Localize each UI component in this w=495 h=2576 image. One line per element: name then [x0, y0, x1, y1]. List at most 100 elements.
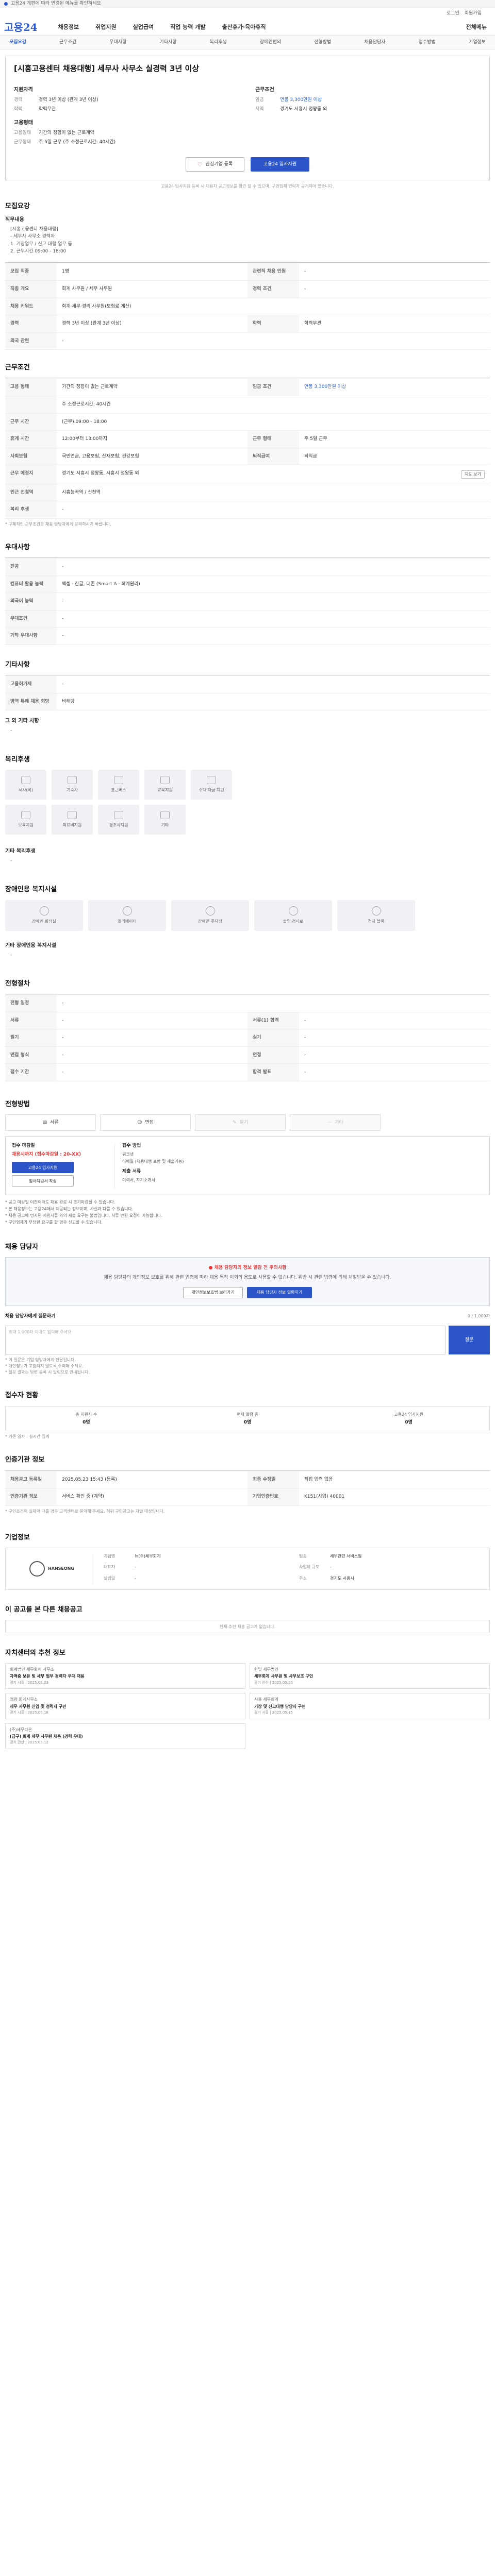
anchor-manager[interactable]: 채용담당자: [364, 39, 385, 46]
section-anchor-bar: 모집요강 근무조건 우대사항 기타사항 복리후생 장애인편의 전형방법 채용담당…: [0, 36, 495, 49]
alert-icon: ●: [208, 1265, 213, 1270]
gnb-item-benefit[interactable]: 실업급여: [133, 23, 154, 31]
company-box: HANSEONG 기업명 뉴(주)세무회계 업종 세무관련 서비스업 대표자 - 사업…: [5, 1547, 490, 1590]
conditions-table: 고용 형태 기간의 정함이 없는 근로계약 임금 조건 연봉 3,300만원 이상 …: [5, 378, 490, 519]
anchor-apply[interactable]: 접수방법: [419, 39, 436, 46]
write-application-button[interactable]: 입사지원서 작성: [12, 1175, 74, 1187]
field-value: 경기도 시흥시 정왕동, 시흥시 정왕동 외 지도 보기: [57, 465, 490, 483]
apply-button[interactable]: 고용24 입사지원: [251, 157, 309, 172]
anchor-company[interactable]: 기업정보: [469, 39, 486, 46]
medical-icon: [68, 811, 77, 820]
summary-emptype-value: 기간의 정함이 없는 근로계약: [39, 130, 94, 136]
rec-company: 시흥 세무회계: [254, 1697, 278, 1702]
manager-section: 채용 담당자 ● 채용 담당자의 정보 열람 전 주의사항 채용 담당자의 개인…: [5, 1243, 490, 1376]
house-icon: [207, 776, 216, 785]
method-label: 서류: [50, 1120, 59, 1125]
privacy-law-button[interactable]: 개인정보보호법 보러가기: [183, 1286, 243, 1298]
gnb-item-jobs[interactable]: 채용정보: [58, 23, 79, 31]
field-label: 면접 형식: [5, 1046, 57, 1064]
rec-title: 세무회계 사무원 및 사무보조 구인: [254, 1674, 314, 1679]
anchor-process[interactable]: 전형방법: [314, 39, 331, 46]
field-value: -: [62, 1001, 64, 1006]
field-value: K151(사업) 40001: [304, 1494, 345, 1500]
anchor-disability[interactable]: 장애인편의: [260, 39, 281, 46]
anchor-preference[interactable]: 우대사항: [109, 39, 126, 46]
summary-edu-value: 학력무관: [39, 106, 56, 112]
company-field-label: 사업체 규모: [299, 1565, 320, 1570]
recommend-card[interactable]: 회계법인 세무회계 사무소 자격증 보유 및 세무 업무 경력자 우대 채용 경기 …: [5, 1663, 245, 1689]
recommend-card[interactable]: 시흥 세무회계 기장 및 신고대행 담당자 구인 경기 시흥 | 2025.05.1…: [250, 1693, 490, 1719]
anchor-welfare[interactable]: 복리후생: [210, 39, 227, 46]
welfare-label: 보육지원: [18, 823, 34, 828]
field-label: 접수 기간: [5, 1064, 57, 1081]
job-desc-text: [시흥고용센터 채용대행] - 세무사 사무소 경력자 1. 기장업무 / 신고…: [5, 226, 490, 256]
gnb-all-menu[interactable]: 전체메뉴: [466, 23, 487, 31]
stat-label: 고용24 입사지원: [394, 1412, 424, 1417]
rec-meta: 경기 시흥 | 2025.05.23: [10, 1680, 48, 1685]
field-value: 비해당: [62, 699, 75, 704]
field-value: 1명: [62, 269, 70, 275]
gnb-item-support[interactable]: 취업지원: [95, 23, 116, 31]
howto-line: 워크넷: [122, 1151, 134, 1157]
recommend-card[interactable]: 정왕 회계사무소 세무 사무원 신입 및 경력자 구인 경기 시흥 | 2025.0…: [5, 1693, 245, 1719]
process-section: 전형절차 전형 일정 - 서류 - 서류(1) 합격 - 필기 - 실기 - 면접 형식 -…: [5, 979, 490, 1082]
conditions-section: 근무조건 고용 형태 기간의 정함이 없는 근로계약 임금 조건 연봉 3,300만…: [5, 363, 490, 528]
apply-info-line: * 채용 공고에 명시된 지원서류 외의 제출 요구는 불법입니다. 서류 반환…: [5, 1213, 162, 1218]
summary-emptype-label: 고용형태: [14, 130, 31, 136]
anchor-recruit[interactable]: 모집요강: [9, 39, 26, 46]
gnb-item-training[interactable]: 직업 능력 개발: [170, 23, 205, 31]
welfare-card: 경조사지원: [98, 804, 139, 835]
document-icon: ▤: [42, 1120, 47, 1125]
field-label: 외국 관련: [5, 332, 57, 350]
map-view-button[interactable]: 지도 보기: [461, 470, 485, 479]
welfare-label: 경조사지원: [109, 823, 128, 828]
apply-online-button[interactable]: 고용24 입사지원: [12, 1162, 74, 1174]
deadline-head: 접수 마감일: [12, 1143, 35, 1149]
welfare-label: 기타: [161, 823, 169, 828]
disability-card: 엘리베이터: [88, 900, 166, 931]
summary-region-label: 지역: [255, 106, 264, 112]
gnb-item-leave[interactable]: 출산휴가·육아휴직: [222, 23, 266, 31]
login-link[interactable]: 로그인: [447, 10, 459, 17]
method-card: ⋯ 기타: [290, 1114, 381, 1131]
table-row: 기타 우대사항 -: [5, 627, 490, 645]
question-input[interactable]: 최대 1,000자 이내로 입력해 주세요: [5, 1326, 446, 1355]
site-logo[interactable]: 고용24: [4, 20, 38, 35]
disability-card: 점자 블록: [337, 900, 415, 931]
field-value: -: [304, 269, 306, 275]
interest-company-button[interactable]: ♡ 관심기업 등록: [186, 157, 244, 172]
site-header: 고용24 채용정보 취업지원 실업급여 직업 능력 개발 출산휴가·육아휴직 전…: [0, 19, 495, 36]
view-manager-button[interactable]: 채용 담당자 정보 열람하기: [247, 1286, 312, 1298]
stat-value: 0명: [243, 1419, 252, 1425]
braille-icon: [371, 906, 381, 916]
anchor-etc[interactable]: 기타사항: [159, 39, 176, 46]
jobinfo-title: 인증기관 정보: [5, 1456, 45, 1464]
anchor-conditions[interactable]: 근무조건: [59, 39, 76, 46]
conditions-note: * 구체적인 근무조건은 채용 담당자에게 문의하시기 바랍니다.: [5, 521, 111, 527]
rec-meta: 경기 안산 | 2025.05.20: [254, 1680, 293, 1685]
stats-title: 접수자 현황: [5, 1392, 39, 1400]
howto-line: 이메일 (채용대행 포함 및 제출가능): [122, 1159, 184, 1164]
field-value: 직접 입력 없음: [304, 1477, 333, 1482]
disability-title: 장애인용 복지시설: [5, 886, 57, 894]
recommend-card[interactable]: (주)세무다온 [급구] 회계 세무 사무원 채용 (경력 우대) 경기 안산 | …: [5, 1723, 245, 1749]
jobinfo-table: 채용공고 등록일 2025.05.23 15:43 (등록) 최종 수정일 직접 입…: [5, 1470, 490, 1506]
disability-label: 엘리베이터: [118, 919, 137, 924]
recommend-card[interactable]: 한빛 세무법인 세무회계 사무원 및 사무보조 구인 경기 안산 | 2025.05…: [250, 1663, 490, 1689]
signup-link[interactable]: 회원가입: [465, 10, 482, 17]
event-icon: [114, 811, 123, 820]
question-submit-button[interactable]: 질문: [449, 1326, 490, 1355]
etc-table: 고용허가제 - 병역 특례 채용 희망 비해당: [5, 675, 490, 711]
welfare-card: 기타: [144, 804, 186, 835]
company-title: 기업정보: [5, 1533, 30, 1541]
field-label: 근무 시간: [5, 413, 57, 431]
field-value: -: [62, 507, 64, 513]
rec-meta: 경기 시흥 | 2025.05.18: [10, 1710, 48, 1715]
apply-box: 접수 마감일 채용시까지 (접수마감일 : 20-XX) 고용24 입사지원 입…: [5, 1136, 490, 1196]
recommend-grid: 회계법인 세무회계 사무소 자격증 보유 및 세무 업무 경력자 우대 채용 경기 …: [5, 1663, 490, 1749]
company-field-label: 기업명: [104, 1553, 116, 1558]
interest-button-label: 관심기업 등록: [205, 162, 233, 167]
field-value: 학력무관: [304, 321, 322, 327]
etc-section: 기타사항 고용허가제 - 병역 특례 채용 희망 비해당 그 외 기타 사항 -: [5, 660, 490, 735]
field-label: 복리 후생: [5, 501, 57, 518]
